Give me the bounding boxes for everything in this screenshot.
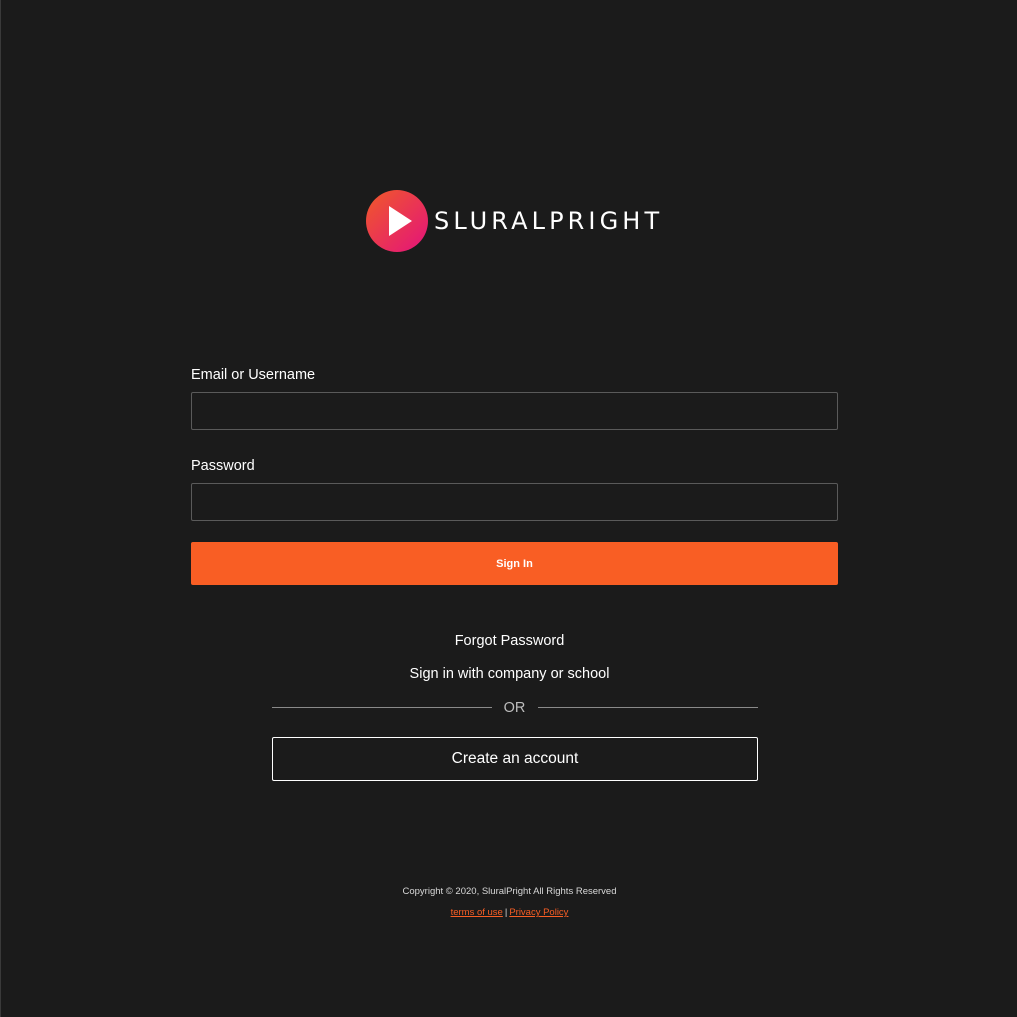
company-sign-in-row: Sign in with company or school [1,665,1017,683]
or-divider-text: OR [503,700,526,716]
terms-of-use-link[interactable]: terms of use [451,907,503,918]
password-input[interactable] [191,483,838,521]
footer-separator: | [504,907,508,918]
forgot-password-link[interactable]: Forgot Password [455,633,565,649]
divider-right [538,707,758,708]
divider-left [272,707,492,708]
forgot-password-row: Forgot Password [1,632,1017,650]
email-username-input[interactable] [191,392,838,430]
email-label: Email or Username [191,367,316,383]
password-label: Password [191,458,255,474]
brand-logo: SLURALPRIGHT [365,188,663,254]
brand-name: SLURALPRIGHT [434,207,664,235]
privacy-policy-link[interactable]: Privacy Policy [509,907,568,918]
sign-in-page: SLURALPRIGHT Email or Username Password … [0,0,1017,1017]
create-account-button[interactable]: Create an account [272,737,758,781]
company-school-sign-in-link[interactable]: Sign in with company or school [410,666,610,682]
copyright-text: Copyright © 2020, SluralPright All Right… [402,886,617,897]
sign-in-button[interactable]: Sign In [191,542,838,585]
footer-links: terms of use | Privacy Policy [1,906,1017,919]
play-circle-icon [366,190,428,252]
